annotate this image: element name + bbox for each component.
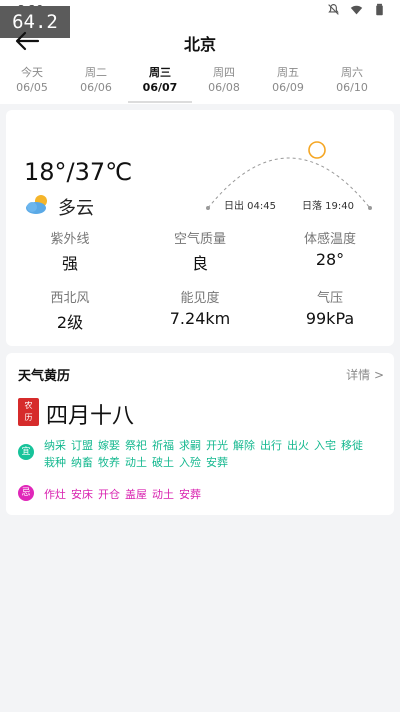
metric-aqi: 空气质量良 [140, 228, 260, 274]
sun-position-icon [308, 141, 326, 159]
wifi-icon [350, 5, 363, 15]
metric-value: 99kPa [305, 309, 355, 328]
metric-value: 良 [191, 254, 208, 273]
tab-day: 周二 [85, 66, 107, 79]
tab-sat[interactable]: 周六 06/10 [320, 66, 384, 104]
almanac-card: 天气黄历 详情 > 农 历 四月十八 宜 纳采 订盟 嫁娶 祭祀 祈福 求嗣 开光 解除 出行出… [6, 353, 394, 515]
activity-word: 安葬 [179, 488, 201, 501]
weather-card: 18°/37℃ 多云 日出 04:45 日落 19:40 紫外线强 空气质量良 … [6, 110, 394, 346]
ji-line: 作灶 安床 开仓 盖屋 动土 安葬 [44, 486, 206, 503]
metric-wind: 西北风 2级 [10, 287, 130, 333]
tab-thu[interactable]: 周四 06/08 [192, 66, 256, 104]
tab-today[interactable]: 今天 06/05 [0, 66, 64, 104]
metric-visibility: 能见度 7.24km [140, 287, 260, 328]
activity-word: 破土 [152, 456, 174, 469]
metric-label: 紫外线 [50, 232, 90, 247]
tab-date: 06/10 [336, 81, 368, 94]
tab-date: 06/07 [142, 81, 178, 94]
metric-label: 西北风 [50, 291, 90, 306]
condition-text: 多云 [58, 198, 94, 219]
activity-word: 开光 [206, 439, 228, 452]
activity-word: 纳采 [44, 439, 66, 452]
activity-word: 盖屋 [125, 488, 147, 501]
activity-word: 安床 [71, 488, 93, 501]
yi-badge: 宜 [18, 444, 34, 460]
metric-value: 2级 [56, 313, 84, 332]
activity-word: 动土 [152, 488, 174, 501]
almanac-title: 天气黄历 [18, 369, 71, 384]
activity-word: 祭祀 [125, 439, 147, 452]
sunset-time: 日落 19:40 [302, 201, 354, 212]
activity-word: 牧养 [98, 456, 120, 469]
lunar-stamp-icon: 农 历 [18, 398, 39, 426]
metric-value: 强 [61, 254, 78, 273]
tab-day: 周五 [277, 66, 299, 79]
metric-label: 体感温度 [303, 232, 356, 247]
page-title: 北京 [183, 35, 216, 54]
tab-date: 06/05 [16, 81, 48, 94]
tab-date: 06/09 [272, 81, 304, 94]
metric-pressure: 气压 99kPa [270, 287, 390, 328]
activity-word: 开仓 [98, 488, 120, 501]
temp-range: 18°/37℃ [24, 158, 133, 186]
activity-word: 安葬 [206, 456, 228, 469]
day-tabs: 今天 06/05 周二 06/06 周三 06/07 周四 06/08 周五 06/09 … [0, 66, 400, 104]
activity-word: 入宅 [314, 439, 336, 452]
activity-word: 出行 [260, 439, 282, 452]
tab-date: 06/08 [208, 81, 240, 94]
tab-day: 周四 [213, 66, 235, 79]
tab-day: 周三 [149, 66, 171, 79]
activity-word: 祈福 [152, 439, 174, 452]
ji-badge: 忌 [18, 485, 34, 501]
tab-day: 周六 [341, 66, 363, 79]
activity-word: 订盟 [71, 439, 93, 452]
activity-word: 嫁娶 [98, 439, 120, 452]
cloudy-sun-icon [26, 195, 47, 214]
metric-label: 气压 [316, 291, 343, 306]
activity-word: 纳畜 [71, 456, 93, 469]
stamp-char: 历 [24, 413, 33, 422]
lunar-date: 四月十八 [46, 404, 135, 429]
metric-label: 空气质量 [173, 232, 226, 247]
yi-line: 栽种 纳畜 牧养 动土 破土 入殓 安葬 [44, 454, 368, 471]
activity-word: 移徙 [341, 439, 363, 452]
yi-line: 纳采 订盟 嫁娶 祭祀 祈福 求嗣 开光 解除 出行 出火 入宅 移徙 [44, 437, 368, 454]
metric-value: 28° [315, 250, 345, 269]
metric-uv: 紫外线强 [10, 228, 130, 274]
metric-label: 能见度 [180, 291, 220, 306]
activity-word: 栽种 [44, 456, 66, 469]
activity-word: 入殓 [179, 456, 201, 469]
metric-value: 7.24km [169, 309, 231, 328]
activity-word: 动土 [125, 456, 147, 469]
stamp-char: 农 [24, 401, 33, 410]
tab-tue[interactable]: 周二 06/06 [64, 66, 128, 104]
tab-day: 今天 [21, 66, 43, 79]
sunrise-time: 日出 04:45 [224, 201, 276, 212]
yi-activities: 纳采 订盟 嫁娶 祭祀 祈福 求嗣 开光 解除 出行 出火 入宅 移徙 栽种 纳畜 牧养 动土 破土 入殓 安葬 [44, 437, 368, 471]
activity-word: 出火 [287, 439, 309, 452]
status-icons [327, 3, 386, 16]
activity-word: 作灶 [44, 488, 66, 501]
tab-fri[interactable]: 周五 06/09 [256, 66, 320, 104]
ji-activities: 作灶 安床 开仓 盖屋 动土 安葬 [44, 486, 206, 503]
battery-icon [376, 3, 383, 16]
tab-wed[interactable]: 周三 06/07 [128, 66, 192, 104]
activity-word: 求嗣 [179, 439, 201, 452]
almanac-detail-link[interactable]: 详情 > [346, 366, 384, 383]
top-header-area: 2:26 64.2 北京 今天 06/05 周二 06/06 周三 06/07 周四 0… [0, 0, 400, 104]
activity-word: 解除 [233, 439, 255, 452]
mute-icon [328, 4, 339, 15]
status-bar: 2:26 64.2 [0, 0, 400, 38]
metric-feels-like: 体感温度 28° [270, 228, 390, 269]
tab-date: 06/06 [80, 81, 112, 94]
